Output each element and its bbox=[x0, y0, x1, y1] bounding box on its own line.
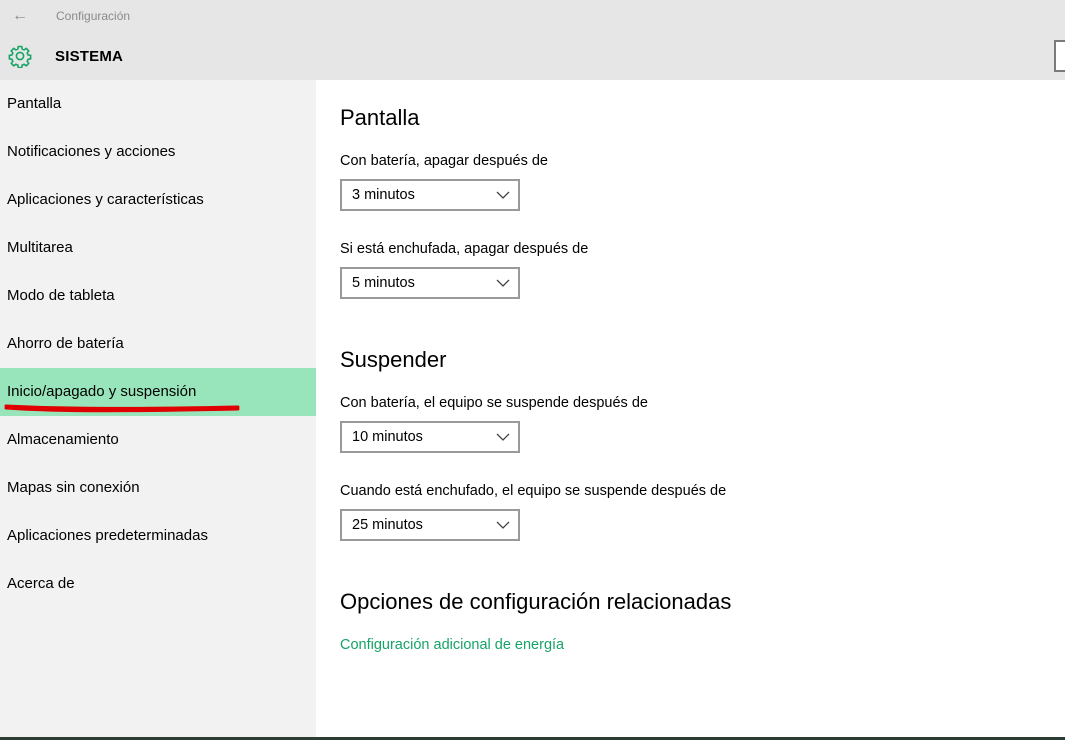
sidebar: Pantalla Notificaciones y acciones Aplic… bbox=[0, 80, 316, 740]
sidebar-item-label: Mapas sin conexión bbox=[7, 479, 140, 496]
page-header: SISTEMA bbox=[0, 32, 1065, 80]
sidebar-item-multitarea[interactable]: Multitarea bbox=[0, 224, 316, 272]
sidebar-item-label: Multitarea bbox=[7, 239, 73, 256]
sidebar-item-notificaciones[interactable]: Notificaciones y acciones bbox=[0, 128, 316, 176]
screen-plugged-dropdown[interactable]: 5 minutos bbox=[340, 267, 520, 299]
sidebar-item-mapas[interactable]: Mapas sin conexión bbox=[0, 464, 316, 512]
search-input[interactable] bbox=[1054, 40, 1065, 72]
sidebar-item-label: Almacenamiento bbox=[7, 431, 119, 448]
sleep-plugged-label: Cuando está enchufado, el equipo se susp… bbox=[340, 483, 727, 499]
sidebar-item-label: Aplicaciones predeterminadas bbox=[7, 527, 208, 544]
screen-battery-dropdown[interactable]: 3 minutos bbox=[340, 179, 520, 211]
sidebar-item-acerca[interactable]: Acerca de bbox=[0, 560, 316, 608]
sleep-battery-dropdown[interactable]: 10 minutos bbox=[340, 421, 520, 453]
sidebar-item-almacenamiento[interactable]: Almacenamiento bbox=[0, 416, 316, 464]
chevron-down-icon bbox=[496, 433, 510, 441]
chevron-down-icon bbox=[496, 279, 510, 287]
section-heading-relacionadas: Opciones de configuración relacionadas bbox=[340, 589, 732, 614]
section-heading-pantalla: Pantalla bbox=[340, 105, 420, 130]
sidebar-item-label: Pantalla bbox=[7, 95, 62, 112]
gear-icon bbox=[8, 45, 32, 68]
dropdown-value: 25 minutos bbox=[352, 517, 423, 533]
sidebar-item-ahorro-bateria[interactable]: Ahorro de batería bbox=[0, 320, 316, 368]
title-bar: ← Configuración bbox=[0, 0, 1065, 32]
dropdown-value: 10 minutos bbox=[352, 429, 423, 445]
red-underline-annotation bbox=[4, 404, 240, 413]
screen-plugged-label: Si está enchufada, apagar después de bbox=[340, 241, 589, 257]
dropdown-value: 3 minutos bbox=[352, 187, 415, 203]
sidebar-item-predeterminadas[interactable]: Aplicaciones predeterminadas bbox=[0, 512, 316, 560]
sidebar-item-pantalla[interactable]: Pantalla bbox=[0, 80, 316, 128]
chevron-down-icon bbox=[496, 521, 510, 529]
dropdown-value: 5 minutos bbox=[352, 275, 415, 291]
screen-battery-label: Con batería, apagar después de bbox=[340, 153, 548, 169]
main-content: Pantalla Con batería, apagar después de … bbox=[316, 80, 1065, 740]
sidebar-item-label: Acerca de bbox=[7, 575, 75, 592]
additional-power-settings-link[interactable]: Configuración adicional de energía bbox=[340, 637, 564, 653]
sidebar-item-label: Notificaciones y acciones bbox=[7, 143, 176, 160]
section-heading-suspender: Suspender bbox=[340, 347, 447, 372]
sleep-plugged-dropdown[interactable]: 25 minutos bbox=[340, 509, 520, 541]
page-title: SISTEMA bbox=[55, 48, 124, 65]
sidebar-item-tableta[interactable]: Modo de tableta bbox=[0, 272, 316, 320]
sidebar-item-aplicaciones[interactable]: Aplicaciones y características bbox=[0, 176, 316, 224]
window-title: Configuración bbox=[56, 9, 131, 23]
arrow-left-icon[interactable]: ← bbox=[8, 6, 32, 26]
sidebar-item-label: Modo de tableta bbox=[7, 287, 115, 304]
sidebar-item-label: Ahorro de batería bbox=[7, 335, 124, 352]
chevron-down-icon bbox=[496, 191, 510, 199]
sidebar-item-label: Aplicaciones y características bbox=[7, 191, 204, 208]
sleep-battery-label: Con batería, el equipo se suspende despu… bbox=[340, 395, 648, 411]
